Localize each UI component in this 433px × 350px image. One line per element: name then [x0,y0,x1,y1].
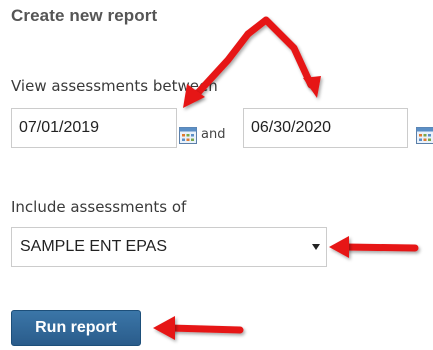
red-arrow [191,30,252,100]
annotation-arrows [153,16,419,340]
red-arrow [153,316,175,340]
red-arrow [341,243,419,252]
red-arrow [166,324,244,334]
red-arrow [244,16,315,89]
red-arrow [303,76,321,98]
red-arrow [329,236,349,258]
